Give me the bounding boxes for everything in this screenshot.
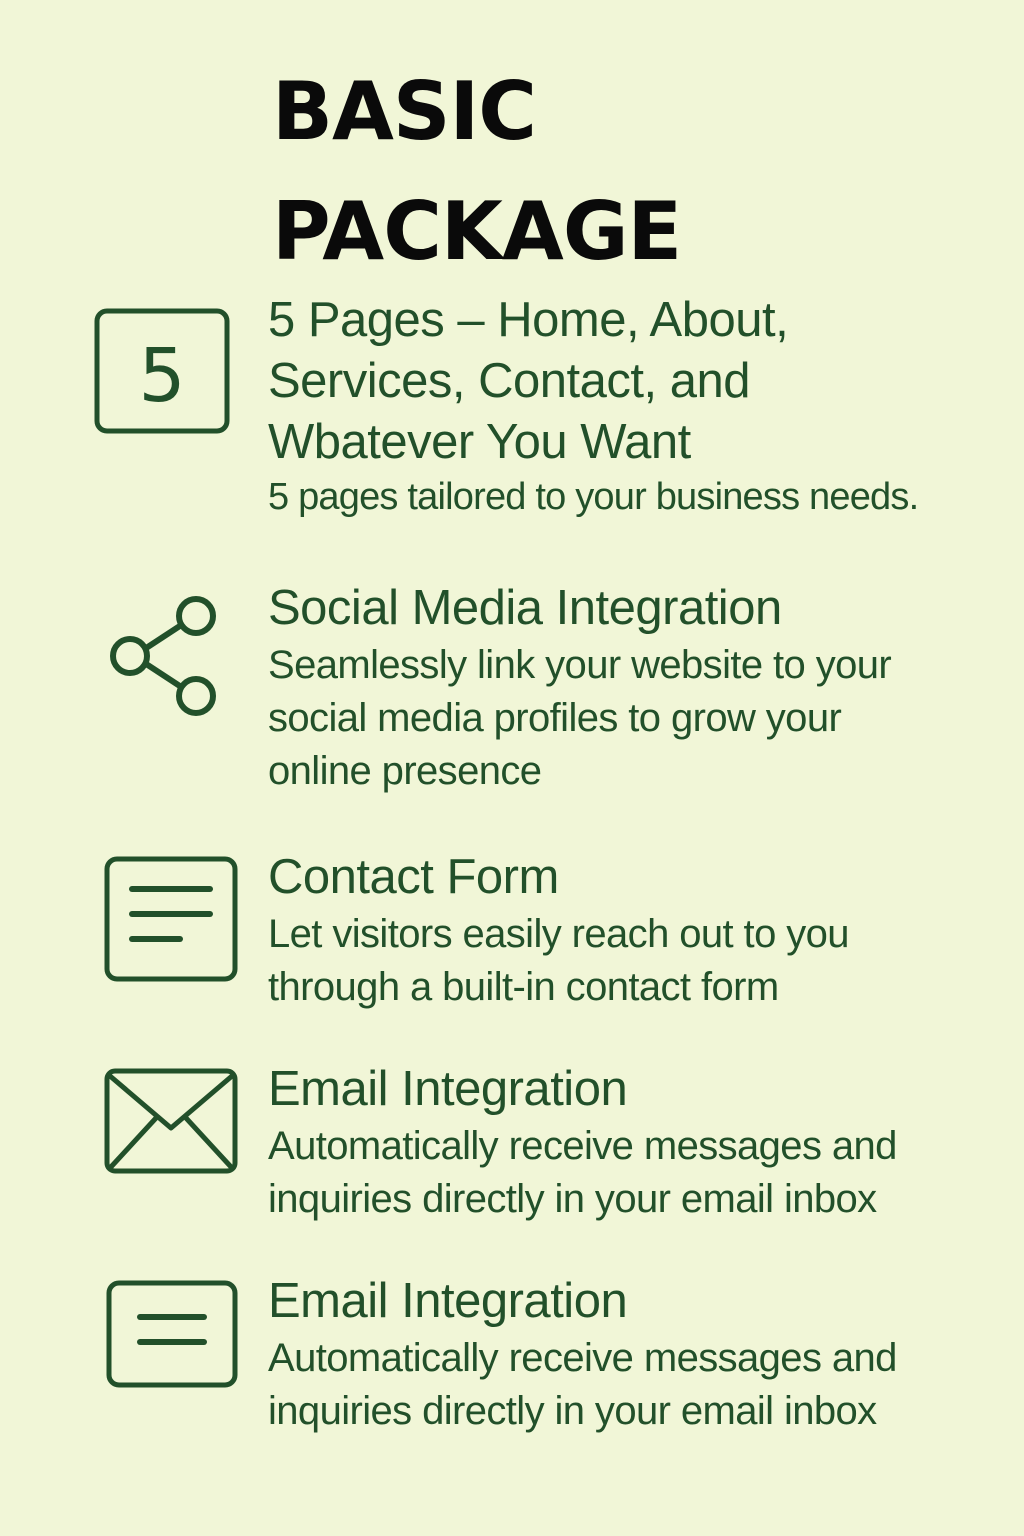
feature-description-line: through a built-in contact form	[268, 965, 779, 1009]
page-title: BASIC PACKAGE	[272, 52, 682, 292]
share-icon	[110, 596, 216, 716]
feature-heading-line: Email Integration	[268, 1274, 628, 1328]
feature-description-line: Automatically receive messages and	[268, 1124, 897, 1168]
feature-heading-line: 5 Pages – Home, About,	[268, 293, 789, 347]
feature-heading: Social Media Integration	[268, 578, 1008, 639]
feature-description-line: Let visitors easily reach out to you	[268, 912, 850, 956]
feature-description-line: inquiries directly in your email inbox	[268, 1177, 877, 1221]
envelope-icon	[104, 1068, 238, 1174]
number-five-icon: 5	[94, 308, 230, 434]
form-icon	[104, 856, 238, 982]
feature-heading-line: Email Integration	[268, 1062, 628, 1116]
feature-description-line: 5 pages tailored to your business needs.	[268, 476, 919, 518]
feature-description: Let visitors easily reach out to you thr…	[268, 908, 1008, 1014]
message-box-icon	[106, 1280, 238, 1388]
feature-description: Automatically receive messages and inqui…	[268, 1120, 1008, 1226]
feature-heading-line: Services, Contact, and	[268, 354, 750, 408]
feature-description-line: online presence	[268, 749, 542, 793]
feature-description-line: Seamlessly link your website to your	[268, 643, 892, 687]
feature-heading: Email Integration	[268, 1271, 1008, 1332]
feature-description: Seamlessly link your website to your soc…	[268, 639, 1008, 798]
feature-heading-line: Social Media Integration	[268, 581, 782, 635]
feature-description: 5 pages tailored to your business needs.	[268, 471, 1008, 524]
feature-description-line: social media profiles to grow your	[268, 696, 842, 740]
feature-heading: 5 Pages – Home, About, Services, Contact…	[268, 290, 1008, 473]
feature-description-line: Automatically receive messages and	[268, 1336, 897, 1380]
feature-heading-line: Wbatever You Want	[268, 415, 691, 469]
number-five-glyph: 5	[138, 333, 185, 419]
feature-description: Automatically receive messages and inqui…	[268, 1332, 1008, 1438]
feature-heading-line: Contact Form	[268, 850, 559, 904]
feature-heading: Contact Form	[268, 847, 1008, 908]
feature-description-line: inquiries directly in your email inbox	[268, 1389, 877, 1433]
title-line-1: BASIC	[272, 65, 537, 158]
feature-heading: Email Integration	[268, 1059, 1008, 1120]
title-line-2: PACKAGE	[272, 185, 682, 278]
